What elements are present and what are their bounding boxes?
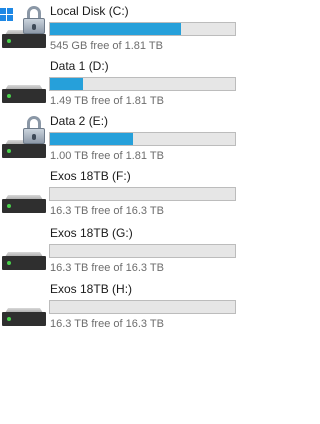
usage-fill	[50, 23, 182, 35]
drive-3[interactable]: Exos 18TB (F:) 16.3 TB free of 16.3 TB	[0, 169, 246, 223]
drive-name: Exos 18TB (G:)	[50, 226, 133, 240]
free-space-text: 16.3 TB free of 16.3 TB	[50, 318, 164, 330]
drive-5[interactable]: Exos 18TB (H:) 16.3 TB free of 16.3 TB	[0, 282, 246, 336]
drive-0[interactable]: Local Disk (C:) 545 GB free of 1.81 TB	[0, 4, 246, 58]
drive-name: Data 2 (E:)	[50, 114, 109, 128]
usage-bar	[49, 132, 236, 146]
drive-4[interactable]: Exos 18TB (G:) 16.3 TB free of 16.3 TB	[0, 226, 246, 280]
drive-name: Exos 18TB (H:)	[50, 282, 133, 296]
drive-name: Local Disk (C:)	[50, 4, 129, 18]
usage-bar	[49, 22, 236, 36]
free-space-text: 16.3 TB free of 16.3 TB	[50, 262, 164, 274]
hard-drive-icon	[2, 177, 46, 213]
free-space-text: 1.00 TB free of 1.81 TB	[50, 150, 164, 162]
free-space-text: 16.3 TB free of 16.3 TB	[50, 205, 164, 217]
drive-name: Data 1 (D:)	[50, 59, 109, 73]
free-space-text: 545 GB free of 1.81 TB	[50, 40, 163, 52]
hard-drive-icon	[2, 290, 46, 326]
windows-drive-lock-icon	[0, 6, 46, 48]
usage-fill	[50, 78, 84, 90]
hard-drive-icon	[2, 67, 46, 103]
free-space-text: 1.49 TB free of 1.81 TB	[50, 95, 164, 107]
usage-bar	[49, 77, 236, 91]
drive-name: Exos 18TB (F:)	[50, 169, 131, 183]
drive-2[interactable]: Data 2 (E:) 1.00 TB free of 1.81 TB	[0, 114, 246, 168]
hard-drive-icon	[2, 234, 46, 270]
hard-drive-lock-icon	[2, 116, 46, 158]
usage-bar	[49, 244, 236, 258]
usage-bar	[49, 300, 236, 314]
drive-1[interactable]: Data 1 (D:) 1.49 TB free of 1.81 TB	[0, 59, 246, 113]
usage-fill	[50, 133, 134, 145]
usage-bar	[49, 187, 236, 201]
